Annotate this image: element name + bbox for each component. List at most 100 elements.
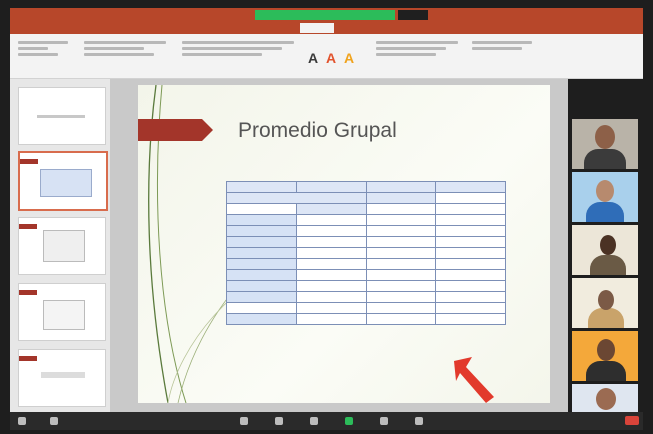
wordart-style-icon[interactable]: A (344, 50, 354, 66)
ribbon-tabs (10, 22, 643, 34)
table-cell[interactable] (295, 181, 367, 193)
zoom-meeting-toolbar (10, 412, 643, 430)
table-cell[interactable] (295, 313, 367, 325)
table-cell[interactable] (365, 214, 437, 226)
video-icon[interactable] (50, 417, 58, 425)
table-cell[interactable] (365, 225, 437, 237)
record-icon[interactable] (380, 417, 388, 425)
table-cell[interactable] (435, 247, 506, 259)
table-cell[interactable] (295, 225, 367, 237)
chat-icon[interactable] (310, 417, 318, 425)
table-cell[interactable] (226, 280, 297, 292)
table-cell[interactable] (365, 258, 437, 270)
zoom-participant-gallery (568, 79, 643, 412)
table-cell[interactable] (295, 258, 367, 270)
table-cell[interactable] (365, 181, 437, 193)
participant-video-tile[interactable] (572, 278, 638, 328)
table-cell[interactable] (435, 192, 506, 204)
ribbon-group-editing (468, 38, 548, 68)
table-cell[interactable] (435, 313, 506, 325)
slide-thumbnail[interactable] (18, 217, 106, 275)
participant-video-tile[interactable] (572, 331, 638, 381)
table-cell[interactable] (295, 280, 367, 292)
participant-video-tile[interactable] (572, 172, 638, 222)
table-cell[interactable] (365, 269, 437, 281)
table-cell[interactable] (435, 214, 506, 226)
table-cell[interactable] (435, 225, 506, 237)
table-cell[interactable] (226, 236, 297, 248)
table-cell[interactable] (295, 269, 367, 281)
table-cell[interactable] (365, 247, 437, 259)
ribbon: A A A (10, 34, 643, 79)
table-cell[interactable] (295, 236, 367, 248)
security-icon[interactable] (240, 417, 248, 425)
slide-thumbnail-selected[interactable] (18, 151, 108, 211)
table-cell[interactable] (365, 236, 437, 248)
wordart-style-icon[interactable]: A (326, 50, 336, 66)
mute-icon[interactable] (18, 417, 26, 425)
table-cell[interactable] (435, 258, 506, 270)
red-annotation-arrow-icon (454, 357, 494, 403)
table-cell[interactable] (226, 214, 297, 226)
slide-editor: Promedio Grupal (110, 79, 568, 412)
table-cell[interactable] (435, 280, 506, 292)
table-cell[interactable] (226, 181, 297, 193)
table-cell[interactable] (226, 313, 297, 325)
table-row (226, 302, 506, 314)
reactions-icon[interactable] (415, 417, 423, 425)
table-cell[interactable] (226, 203, 297, 215)
table-row (226, 181, 506, 193)
table-row (226, 247, 506, 259)
slide-thumbnail[interactable] (18, 87, 106, 145)
participant-video-tile[interactable] (572, 119, 638, 169)
table-row (226, 313, 506, 325)
table-cell[interactable] (226, 302, 297, 314)
table-cell[interactable] (295, 302, 367, 314)
table-cell[interactable] (435, 203, 506, 215)
slide-thumbnail[interactable] (18, 283, 106, 341)
table-row (226, 269, 506, 281)
tab-active[interactable] (300, 23, 334, 33)
table-row (226, 203, 506, 215)
table-cell[interactable] (435, 181, 506, 193)
table-cell[interactable] (226, 269, 297, 281)
slide-thumbnail-pane (10, 79, 110, 412)
table-cell[interactable] (365, 291, 437, 303)
table-cell[interactable] (435, 291, 506, 303)
table-cell[interactable] (226, 247, 297, 259)
wordart-style-icon[interactable]: A (308, 50, 318, 66)
table-row (226, 236, 506, 248)
table-cell[interactable] (365, 313, 437, 325)
zoom-screen-share-banner[interactable] (255, 10, 395, 20)
table-cell[interactable] (435, 269, 506, 281)
table-cell[interactable] (226, 258, 297, 270)
table-cell[interactable] (226, 291, 297, 303)
table-cell[interactable] (226, 225, 297, 237)
table-cell[interactable] (435, 302, 506, 314)
table-row (226, 280, 506, 292)
end-meeting-button[interactable] (625, 416, 639, 425)
grade-table[interactable] (226, 181, 506, 325)
participant-video-tile[interactable] (572, 384, 638, 412)
title-accent-bar (138, 119, 202, 141)
zoom-stop-share-button[interactable] (398, 10, 428, 20)
table-cell[interactable] (365, 280, 437, 292)
ribbon-group-slides (80, 38, 170, 68)
slide-thumbnail[interactable] (18, 349, 106, 407)
participant-video-tile[interactable] (572, 225, 638, 275)
participants-icon[interactable] (275, 417, 283, 425)
powerpoint-title-bar (10, 8, 643, 22)
ribbon-group-font (178, 38, 298, 68)
table-cell[interactable] (365, 203, 437, 215)
table-cell[interactable] (365, 192, 437, 204)
table-cell[interactable] (295, 203, 367, 215)
table-cell[interactable] (295, 247, 367, 259)
table-cell[interactable] (365, 302, 437, 314)
table-cell[interactable] (226, 192, 367, 204)
table-cell[interactable] (295, 214, 367, 226)
table-cell[interactable] (435, 236, 506, 248)
slide-title[interactable]: Promedio Grupal (238, 119, 397, 143)
share-screen-icon[interactable] (345, 417, 353, 425)
slide-canvas[interactable]: Promedio Grupal (138, 85, 550, 403)
table-cell[interactable] (295, 291, 367, 303)
